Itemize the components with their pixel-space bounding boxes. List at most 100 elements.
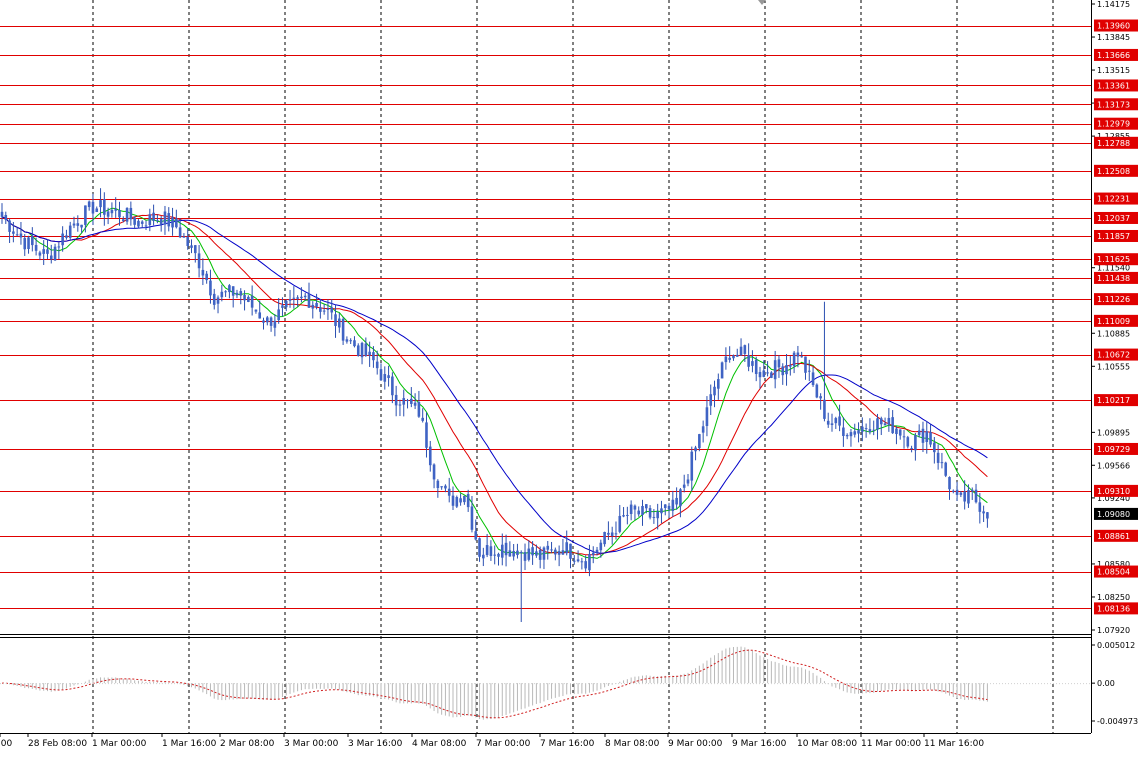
osc-tick-label: -0.004973 <box>1097 717 1138 726</box>
candle-body <box>879 418 883 425</box>
candle-body <box>273 320 277 328</box>
chart-frame <box>0 0 1092 734</box>
candle-body <box>508 550 512 557</box>
candle-body <box>785 365 788 375</box>
candle-body <box>622 515 625 517</box>
candle-body <box>186 236 190 246</box>
candle-body <box>118 209 121 218</box>
candle-body <box>735 354 739 357</box>
candle-body <box>679 489 682 507</box>
time-tick-label: 7 Mar 00:00 <box>476 739 531 749</box>
candle-body <box>144 225 148 227</box>
candle-body <box>853 431 857 435</box>
candle-body <box>584 561 587 569</box>
price-axis: 1.141751.138451.135151.131851.128551.115… <box>1091 0 1138 726</box>
candle-body <box>656 511 659 519</box>
candle-body <box>444 485 447 489</box>
candle-body <box>591 552 595 556</box>
candle-body <box>766 372 769 374</box>
level-price-label: 1.12231 <box>1097 195 1130 204</box>
candle-body <box>762 370 766 377</box>
candle-body <box>834 418 838 424</box>
candle-body <box>140 221 144 224</box>
candle-body <box>8 220 11 232</box>
candle-body <box>535 551 538 556</box>
candle-body <box>15 234 19 236</box>
trading-chart[interactable]: 1.141751.138451.135151.131851.128551.115… <box>0 0 1140 757</box>
candle-body <box>951 490 955 492</box>
candle-body <box>815 384 819 398</box>
candle-body <box>637 510 641 515</box>
candle-body <box>436 480 440 489</box>
candle-body <box>701 426 705 433</box>
candle-body <box>842 427 845 436</box>
candle-body <box>266 317 269 323</box>
candle-body <box>523 552 527 561</box>
candle-body <box>175 218 178 228</box>
price-tick-label: 1.10885 <box>1097 329 1130 338</box>
candle-body <box>394 394 398 406</box>
candle-body <box>398 404 402 406</box>
level-price-label: 1.13666 <box>1097 51 1130 60</box>
candle-body <box>84 205 87 225</box>
candle-body <box>489 546 493 556</box>
candle-body <box>569 543 572 559</box>
candle-body <box>68 225 72 238</box>
candle-body <box>156 220 159 222</box>
candle-body <box>500 544 504 558</box>
time-tick-label: 9 Mar 16:00 <box>732 739 787 749</box>
candle-body <box>334 314 337 326</box>
candle-body <box>455 497 459 507</box>
candle-body <box>159 219 163 225</box>
candle-body <box>595 549 599 553</box>
candle-body <box>235 292 239 296</box>
candle-body <box>375 361 379 369</box>
time-tick-label: 11 Mar 16:00 <box>924 739 984 749</box>
candle-body <box>823 399 826 419</box>
candle-body <box>197 253 201 269</box>
candle-body <box>648 508 652 518</box>
candle-body <box>819 396 822 399</box>
candle-body <box>641 505 644 515</box>
time-axis: 6:00 28 Feb 08:00 1 Mar 00:00 1 Mar 16:002 … <box>0 733 984 749</box>
price-tick-label: 1.09566 <box>1097 461 1130 470</box>
candle-body <box>546 545 550 550</box>
candle-body <box>470 506 474 530</box>
candle-body <box>713 386 716 396</box>
candle-body <box>800 356 803 358</box>
candle-body <box>955 489 959 495</box>
candle-body <box>717 379 720 389</box>
level-price-label: 1.10217 <box>1097 396 1130 405</box>
candle-body <box>319 307 322 312</box>
candle-body <box>459 498 462 503</box>
candle-body <box>576 559 580 562</box>
candle-body <box>262 320 265 323</box>
candle-body <box>690 451 694 481</box>
moving-averages <box>1 207 988 559</box>
candle-body <box>944 462 948 476</box>
level-price-label: 1.08136 <box>1097 604 1130 613</box>
candle-body <box>789 364 792 367</box>
candle-body <box>387 375 390 378</box>
candle-body <box>811 372 815 386</box>
candle-body <box>898 429 902 436</box>
candle-body <box>868 429 872 433</box>
level-price-label: 1.12979 <box>1097 120 1130 129</box>
candle-body <box>209 280 212 296</box>
candle-body <box>959 492 963 495</box>
candle-body <box>504 542 508 556</box>
candle-body <box>212 293 216 305</box>
moving-average-line <box>1 216 988 554</box>
candle-body <box>167 213 171 227</box>
candle-body <box>626 514 629 516</box>
candle-body <box>125 207 129 222</box>
candle-body <box>349 340 352 342</box>
candle-body <box>4 214 8 220</box>
candle-body <box>572 560 576 562</box>
horizontal-levels <box>0 26 1091 609</box>
candle-body <box>231 286 235 296</box>
level-price-label: 1.12037 <box>1097 214 1130 223</box>
candle-body <box>57 246 61 248</box>
candle-body <box>417 402 421 417</box>
level-price-label: 1.11625 <box>1097 255 1130 264</box>
